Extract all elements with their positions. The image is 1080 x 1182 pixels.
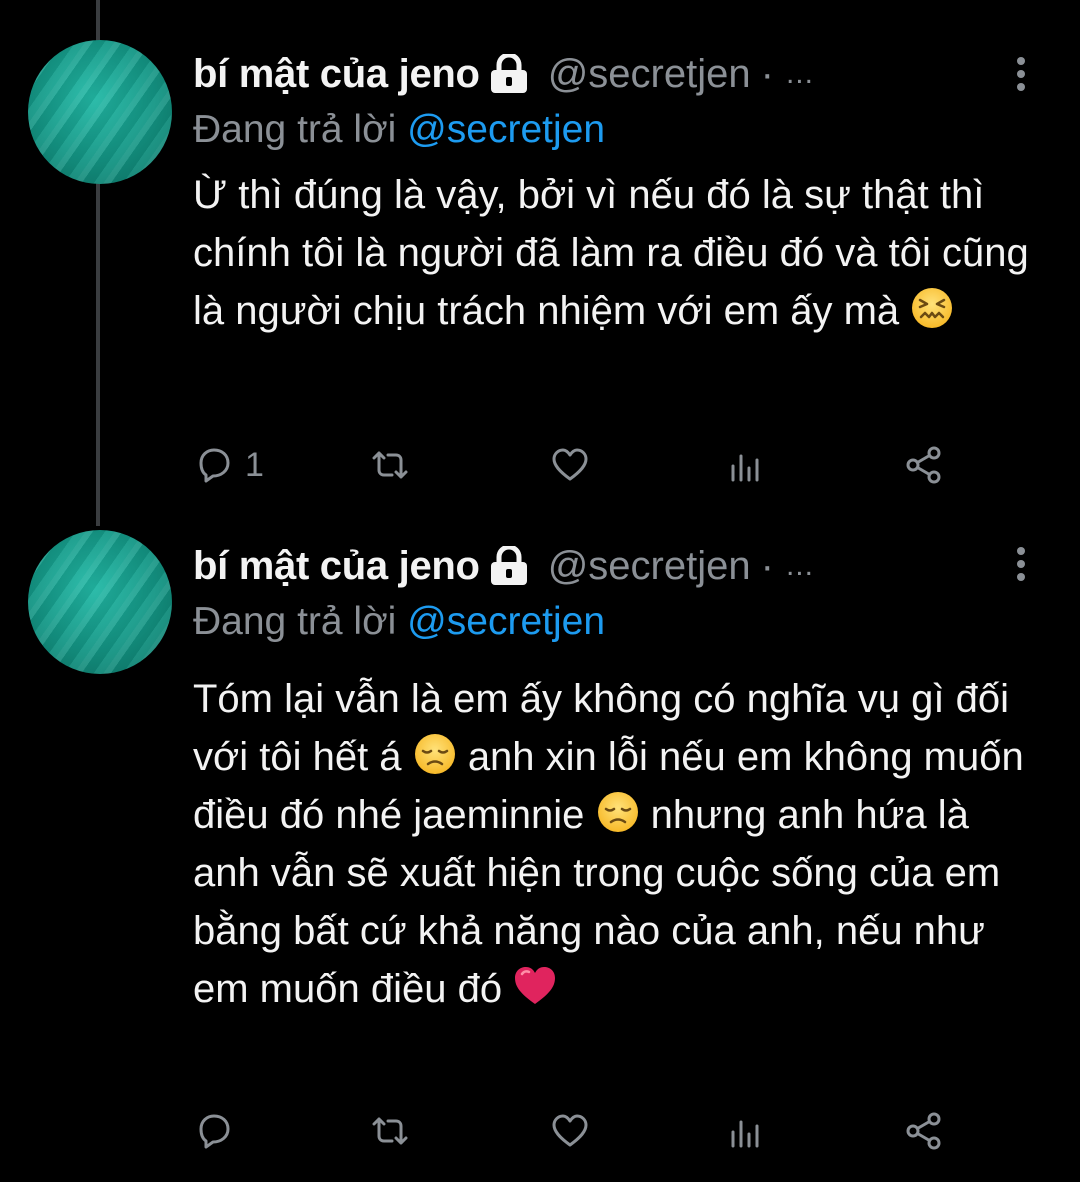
like-button[interactable] [549, 440, 601, 490]
heart-icon [552, 448, 588, 481]
share-icon [906, 1112, 941, 1150]
tweet-content: bí mật của jeno @secretjen · ... Đang tr… [193, 46, 1043, 340]
replying-to: Đang trả lời @secretjen [193, 102, 1043, 158]
author-handle[interactable]: @secretjen [548, 52, 751, 97]
replying-prefix: Đang trả lời [193, 108, 397, 151]
replying-mention[interactable]: @secretjen [407, 600, 605, 643]
more-options-button[interactable] [1006, 52, 1036, 102]
heart-icon [552, 1114, 588, 1147]
display-name[interactable]: bí mật của jeno [193, 544, 480, 589]
truncated-timestamp: ... [785, 57, 814, 90]
tweet-actions [193, 1106, 953, 1156]
truncated-timestamp: ... [785, 549, 814, 582]
analytics-button[interactable] [727, 440, 769, 490]
share-button[interactable] [903, 440, 945, 490]
reply-button[interactable] [193, 1106, 245, 1156]
replying-to: Đang trả lời @secretjen [193, 594, 1043, 650]
bar-chart-icon [731, 454, 759, 482]
red-heart-emoji [515, 967, 556, 1004]
avatar[interactable] [28, 40, 172, 184]
tweet-text: Ừ thì đúng là vậy, bởi vì nếu đó là sự t… [193, 166, 1043, 340]
disappointed-face-emoji [597, 792, 638, 832]
analytics-button[interactable] [727, 1106, 769, 1156]
replying-prefix: Đang trả lời [193, 600, 397, 643]
retweet-button[interactable] [369, 440, 421, 490]
lock-icon [490, 54, 527, 93]
like-button[interactable] [549, 1106, 601, 1156]
reply-button[interactable]: 1 [193, 440, 264, 490]
display-name[interactable]: bí mật của jeno [193, 52, 480, 97]
reply-icon [199, 1114, 230, 1149]
bar-chart-icon [731, 1120, 759, 1148]
tweet-text-part: Ừ thì đúng là vậy, bởi vì nếu đó là sự t… [193, 173, 1029, 333]
share-button[interactable] [903, 1106, 945, 1156]
retweet-icon [372, 451, 408, 479]
share-icon [906, 446, 941, 484]
separator-dot: · [760, 543, 774, 588]
reply-icon [199, 448, 230, 483]
more-options-button[interactable] [1006, 542, 1036, 592]
tweet-header: bí mật của jeno @secretjen · ... [193, 538, 1043, 594]
confounded-face-emoji [912, 288, 953, 328]
author-handle[interactable]: @secretjen [548, 544, 751, 589]
separator-dot: · [760, 51, 774, 96]
replying-mention[interactable]: @secretjen [407, 108, 605, 151]
retweet-icon [372, 1117, 408, 1145]
avatar[interactable] [28, 530, 172, 674]
reply-count: 1 [245, 445, 264, 484]
retweet-button[interactable] [369, 1106, 421, 1156]
lock-icon [490, 546, 527, 585]
disappointed-face-emoji [414, 734, 455, 774]
tweet-text: Tóm lại vẫn là em ấy không có nghĩa vụ g… [193, 670, 1043, 1018]
tweet-actions: 1 [193, 440, 953, 490]
tweet-content: bí mật của jeno @secretjen · ... Đang tr… [193, 538, 1043, 1018]
tweet-header: bí mật của jeno @secretjen · ... [193, 46, 1043, 102]
